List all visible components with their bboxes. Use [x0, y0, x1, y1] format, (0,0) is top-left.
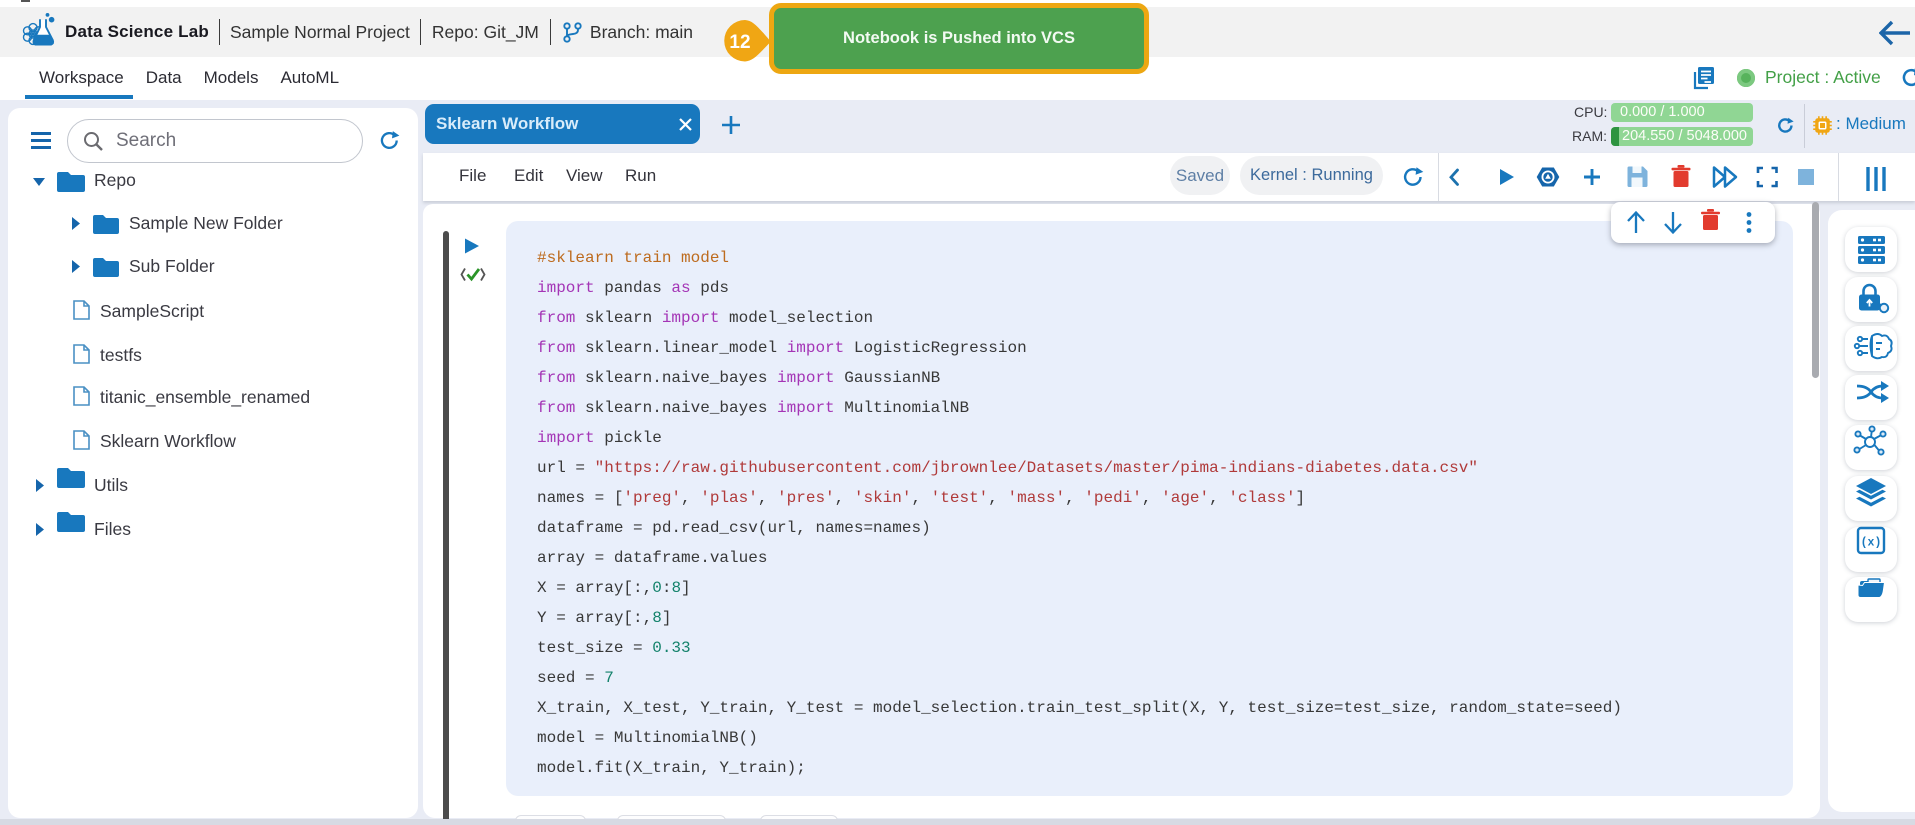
svg-text:12: 12 [729, 32, 750, 53]
svg-text:(x): (x) [1861, 537, 1882, 550]
